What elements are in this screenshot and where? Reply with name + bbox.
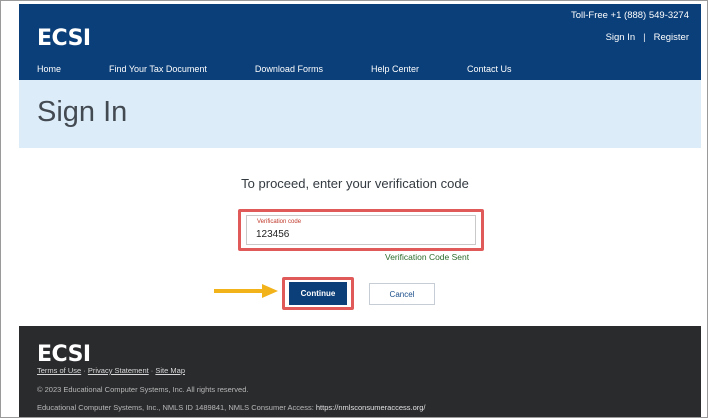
- copyright-text: © 2023 Educational Computer Systems, Inc…: [37, 385, 249, 394]
- nav-find-tax-document[interactable]: Find Your Tax Document: [109, 64, 207, 74]
- register-link[interactable]: Register: [654, 32, 689, 43]
- nmls-text: Educational Computer Systems, Inc., NMLS…: [37, 403, 316, 412]
- continue-button[interactable]: Continue: [289, 282, 347, 305]
- nav-download-forms[interactable]: Download Forms: [255, 64, 323, 74]
- verification-prompt: To proceed, enter your verification code: [241, 176, 469, 191]
- footer-ecsi-logo: ECSI: [37, 342, 91, 367]
- nav-home[interactable]: Home: [37, 64, 61, 74]
- site-header: ECSI Toll-Free +1 (888) 549-3274 Sign In…: [19, 4, 701, 80]
- site-footer: ECSI Terms of Use · Privacy Statement · …: [19, 326, 701, 417]
- ecsi-logo[interactable]: ECSI: [37, 26, 91, 51]
- footer-link-separator: ·: [81, 366, 88, 375]
- nav-contact-us[interactable]: Contact Us: [467, 64, 512, 74]
- auth-separator: |: [643, 32, 646, 43]
- code-sent-message: Verification Code Sent: [385, 252, 470, 262]
- nmls-info: Educational Computer Systems, Inc., NMLS…: [37, 403, 426, 412]
- cancel-button[interactable]: Cancel: [369, 283, 435, 305]
- verification-code-field[interactable]: Verification code: [246, 215, 476, 245]
- nav-help-center[interactable]: Help Center: [371, 64, 419, 74]
- auth-links: Sign In | Register: [606, 32, 689, 43]
- verification-code-label: Verification code: [257, 219, 302, 225]
- sign-in-link[interactable]: Sign In: [606, 32, 636, 43]
- browser-frame: ECSI Toll-Free +1 (888) 549-3274 Sign In…: [0, 0, 708, 418]
- nmls-consumer-access-link[interactable]: https://nmlsconsumeraccess.org/: [316, 403, 426, 412]
- arrow-right-icon: [214, 284, 278, 298]
- terms-of-use-link[interactable]: Terms of Use: [37, 366, 81, 375]
- privacy-statement-link[interactable]: Privacy Statement: [88, 366, 149, 375]
- verification-code-input[interactable]: [256, 227, 456, 241]
- footer-links: Terms of Use · Privacy Statement · Site …: [37, 366, 185, 375]
- toll-free-number: Toll-Free +1 (888) 549-3274: [570, 10, 689, 21]
- main-nav: Home Find Your Tax Document Download For…: [37, 64, 560, 74]
- page-title: Sign In: [37, 96, 128, 128]
- site-map-link[interactable]: Site Map: [155, 366, 185, 375]
- title-band: Sign In: [19, 80, 701, 148]
